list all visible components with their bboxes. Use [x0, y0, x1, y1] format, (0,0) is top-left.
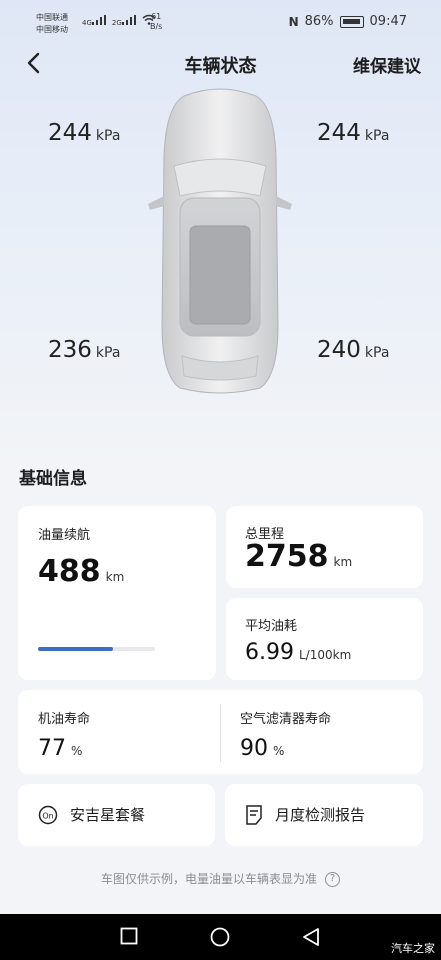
monthly-report-button[interactable]: 月度检测报告 [225, 784, 423, 846]
car-top-view-image [144, 86, 296, 396]
fuel-level-bar [38, 647, 155, 651]
home-button[interactable] [210, 927, 230, 951]
carrier-1: 中国联通 [36, 13, 68, 22]
tire-front-left: 244 kPa [48, 120, 121, 146]
air-filter-label: 空气滤清器寿命 [240, 712, 332, 727]
status-bar: 中国联通 中国移动 4G 2G 61 B/s N 86% 09:47 [0, 0, 441, 44]
onstar-icon: On [38, 805, 58, 824]
carrier-2: 中国移动 [36, 25, 68, 34]
tire-rear-right: 240 kPa [317, 337, 390, 363]
disclaimer: 车图仅供示例，电量油量以车辆表显为准? [0, 870, 441, 887]
system-nav-bar: 汽车之家 [0, 914, 441, 960]
oil-life-label: 机油寿命 [38, 712, 91, 727]
basic-info-title: 基础信息 [19, 469, 87, 489]
onstar-package-button[interactable]: On 安吉星套餐 [18, 784, 215, 846]
maintenance-advice-link[interactable]: 维保建议 [353, 52, 421, 77]
oil-life-value: 77% [38, 736, 83, 761]
recent-apps-button[interactable] [120, 927, 138, 949]
nfc-icon: N [288, 14, 299, 29]
network-icons: 4G 2G [82, 14, 156, 27]
fuel-range-value: 488 km [38, 554, 125, 589]
fuel-range-card: 油量续航 488 km [18, 506, 216, 680]
carrier-info: 中国联通 中国移动 [36, 12, 68, 36]
clock: 09:47 [369, 14, 407, 29]
odometer-card: 总里程 2758 km [226, 506, 423, 588]
watermark: 汽车之家 [391, 942, 435, 955]
avg-fuel-card: 平均油耗 6.99 L/100km [226, 598, 423, 680]
onstar-package-label: 安吉星套餐 [70, 806, 146, 824]
svg-text:On: On [42, 811, 53, 820]
status-right: N 86% 09:47 [289, 14, 407, 29]
signal-1-icon: 4G [82, 15, 106, 27]
help-icon[interactable]: ? [325, 872, 340, 887]
tire-rear-left: 236 kPa [48, 337, 121, 363]
signal-2-icon: 2G [112, 15, 136, 27]
tire-front-right: 244 kPa [317, 120, 390, 146]
fuel-level-fill [38, 647, 113, 651]
back-nav-button[interactable] [302, 927, 320, 951]
air-filter-value: 90% [240, 736, 285, 761]
square-icon [120, 927, 138, 945]
battery-icon [339, 15, 364, 28]
triangle-back-icon [303, 928, 319, 946]
divider [220, 704, 221, 762]
fuel-range-label: 油量续航 [38, 528, 91, 543]
odometer-value: 2758 km [245, 539, 353, 574]
report-icon [246, 804, 262, 825]
circle-icon [210, 927, 230, 947]
battery-percent: 86% [304, 14, 334, 29]
avg-fuel-value: 6.99 L/100km [245, 640, 352, 665]
service-life-card: 机油寿命 77% 空气滤清器寿命 90% [18, 690, 423, 774]
monthly-report-label: 月度检测报告 [275, 806, 366, 824]
page-header: 车辆状态 维保建议 [0, 44, 441, 84]
avg-fuel-label: 平均油耗 [245, 619, 298, 634]
network-speed: 61 B/s [150, 12, 163, 31]
